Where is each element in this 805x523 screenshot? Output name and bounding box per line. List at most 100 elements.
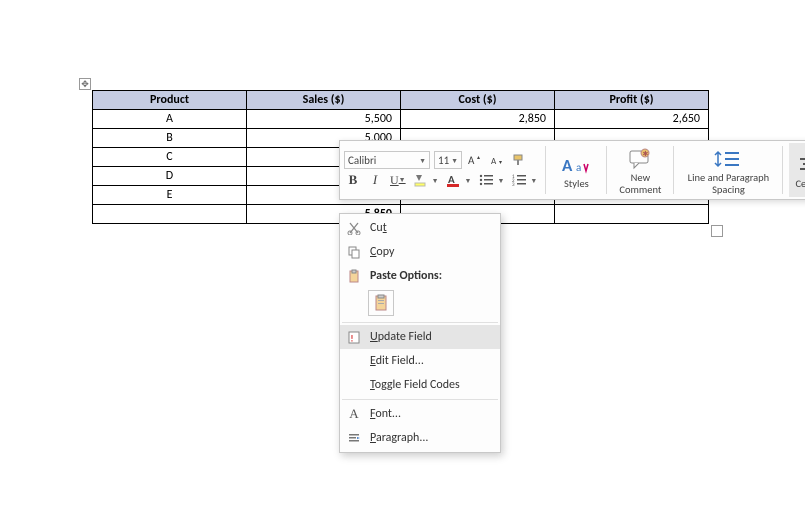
font-color-icon: A	[447, 173, 465, 187]
cell-product[interactable]: E	[93, 186, 247, 205]
menu-update-field[interactable]: ! Update Field	[340, 325, 500, 349]
cell-product[interactable]: A	[93, 110, 247, 129]
chevron-down-icon: ▼	[497, 176, 504, 185]
menu-edit-field[interactable]: Edit Field...	[340, 349, 500, 373]
menu-paragraph[interactable]: Paragraph...	[340, 426, 500, 450]
cell-empty[interactable]	[555, 205, 709, 224]
font-size-value: 11	[438, 154, 449, 167]
paste-keep-source-button[interactable]	[368, 290, 394, 316]
table-row[interactable]: A 5,500 2,850 2,650	[93, 110, 709, 129]
center-align-button[interactable]: Cente	[789, 143, 805, 197]
table-header-row: Product Sales ($) Cost ($) Profit ($)	[93, 91, 709, 110]
blank-icon	[344, 352, 364, 370]
cell-product[interactable]: C	[93, 148, 247, 167]
menu-label: Font...	[370, 407, 401, 421]
new-comment-button[interactable]: ✱ New Comment	[613, 143, 667, 197]
menu-cut[interactable]: Cut	[340, 216, 500, 240]
col-header-cost[interactable]: Cost ($)	[401, 91, 555, 110]
copy-icon	[344, 243, 364, 261]
svg-text:A: A	[468, 154, 475, 167]
shrink-font-icon: A▾	[490, 153, 504, 167]
svg-text:!: !	[351, 334, 354, 345]
paste-options-row	[340, 288, 500, 320]
cell-empty[interactable]	[93, 205, 247, 224]
highlight-icon	[414, 173, 432, 187]
chevron-down-icon: ▼	[465, 176, 472, 185]
menu-label: Cut	[370, 221, 387, 235]
svg-text:a: a	[576, 161, 581, 174]
cell-cost[interactable]: 2,850	[401, 110, 555, 129]
styles-icon: A a	[562, 154, 590, 176]
font-name-value: Calibri	[348, 154, 376, 167]
menu-paste-options-header: Paste Options:	[340, 264, 500, 288]
menu-label: Copy	[370, 245, 394, 259]
line-spacing-label: Line and Paragraph Spacing	[688, 172, 770, 194]
styles-button[interactable]: A a Styles	[552, 143, 600, 197]
chevron-down-icon: ▼	[432, 176, 439, 185]
styles-label: Styles	[564, 178, 589, 189]
center-align-icon	[798, 154, 805, 176]
paragraph-icon	[344, 429, 364, 447]
new-comment-icon: ✱	[628, 148, 652, 170]
font-color-button[interactable]: A▼	[445, 171, 474, 189]
cut-icon	[344, 219, 364, 237]
paste-icon	[344, 267, 364, 285]
context-menu: Cut Copy Paste Options: ! Update Field	[339, 213, 501, 453]
menu-label: Edit Field...	[370, 354, 424, 368]
cell-product[interactable]: D	[93, 167, 247, 186]
chevron-down-icon: ▼	[419, 156, 426, 165]
bullets-icon	[479, 173, 497, 187]
blank-icon	[344, 376, 364, 394]
menu-label: Paragraph...	[370, 431, 428, 445]
menu-separator	[342, 322, 498, 323]
chevron-down-icon: ▼	[399, 176, 406, 184]
chevron-down-icon: ▼	[451, 156, 458, 165]
underline-button[interactable]: U ▼	[388, 171, 408, 189]
cell-sales[interactable]: 5,500	[247, 110, 401, 129]
grow-font-icon: A▴	[468, 153, 482, 167]
font-name-select[interactable]: Calibri ▼	[344, 151, 430, 169]
italic-button[interactable]: I	[366, 171, 384, 189]
center-label: Cente	[795, 178, 805, 189]
separator	[545, 146, 546, 194]
menu-copy[interactable]: Copy	[340, 240, 500, 264]
numbering-button[interactable]: 1 2 3 ▼	[510, 171, 539, 189]
col-header-profit[interactable]: Profit ($)	[555, 91, 709, 110]
format-painter-icon	[512, 153, 526, 167]
numbering-icon: 1 2 3	[512, 173, 530, 187]
separator	[673, 146, 674, 194]
table-move-handle[interactable]: ✥	[79, 78, 91, 90]
menu-font[interactable]: A Font...	[340, 402, 500, 426]
highlight-button[interactable]: ▼	[412, 171, 441, 189]
separator	[782, 146, 783, 194]
new-comment-label: New Comment	[619, 172, 661, 194]
menu-label: Toggle Field Codes	[370, 378, 460, 392]
line-spacing-icon	[714, 148, 742, 170]
svg-text:▴: ▴	[477, 153, 480, 161]
shrink-font-button[interactable]: A▾	[488, 151, 506, 169]
bullets-button[interactable]: ▼	[477, 171, 506, 189]
separator	[606, 146, 607, 194]
cell-profit[interactable]: 2,650	[555, 110, 709, 129]
svg-text:3: 3	[512, 182, 515, 187]
font-size-select[interactable]: 11 ▼	[434, 151, 462, 169]
col-header-product[interactable]: Product	[93, 91, 247, 110]
format-painter-button[interactable]	[510, 151, 528, 169]
font-icon: A	[344, 405, 364, 423]
menu-separator	[342, 399, 498, 400]
mini-toolbar: Calibri ▼ 11 ▼ A▴ A▾ B I	[339, 140, 805, 200]
line-spacing-button[interactable]: Line and Paragraph Spacing	[680, 143, 776, 197]
menu-toggle-field-codes[interactable]: Toggle Field Codes	[340, 373, 500, 397]
menu-label: Update Field	[370, 330, 432, 344]
svg-text:✱: ✱	[643, 149, 649, 158]
grow-font-button[interactable]: A▴	[466, 151, 484, 169]
svg-text:▾: ▾	[499, 158, 502, 166]
clipboard-icon	[373, 294, 389, 312]
svg-text:A: A	[491, 156, 497, 167]
table-resize-handle[interactable]	[711, 225, 723, 237]
cell-product[interactable]: B	[93, 129, 247, 148]
bold-button[interactable]: B	[344, 171, 362, 189]
svg-text:A: A	[562, 155, 573, 176]
col-header-sales[interactable]: Sales ($)	[247, 91, 401, 110]
update-field-icon: !	[344, 328, 364, 346]
